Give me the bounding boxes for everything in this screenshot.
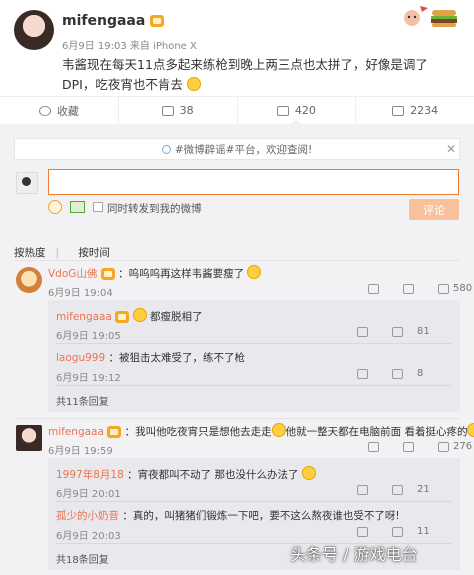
notice-icon [161, 144, 171, 154]
post-avatar[interactable] [14, 10, 54, 50]
comment-avatar[interactable] [16, 267, 42, 293]
reply-body: laogu999 ：被狙击太难受了，练不了枪 [56, 352, 245, 364]
reply-actions: 11 [357, 526, 430, 537]
more-replies-link[interactable]: 共11条回复 [56, 393, 109, 408]
sort-separator: | [55, 247, 60, 259]
reply-username[interactable]: mifengaaa [56, 311, 112, 323]
sort-time-tab[interactable]: 按时间 [78, 247, 110, 259]
reply-time: 6月9日 20:03 [56, 531, 121, 542]
reply-time: 6月9日 19:12 [56, 373, 121, 384]
reply-icon[interactable] [368, 441, 379, 452]
crying-emoji-icon [186, 77, 201, 91]
sort-bar: 按热度 | 按时间 [14, 245, 120, 260]
vip-badge-icon [107, 426, 122, 438]
vip-badge-icon [115, 311, 130, 323]
comment-icon[interactable] [357, 326, 368, 337]
image-icon[interactable] [70, 201, 85, 213]
vip-badge-icon [150, 15, 165, 27]
sad-emoji-icon [301, 466, 316, 480]
comment-icon[interactable] [357, 368, 368, 379]
divider [14, 418, 460, 419]
repost-checkbox[interactable] [93, 202, 103, 212]
comment-icon[interactable] [357, 526, 368, 537]
reply-username[interactable]: laogu999 [56, 352, 105, 364]
crying-emoji-icon [247, 265, 262, 279]
burger-sticker-icon [404, 6, 457, 27]
laughing-emoji-icon [271, 423, 286, 437]
emoji-icon[interactable] [48, 200, 62, 214]
repost-label: 同时转发到我的微博 [107, 203, 202, 215]
thumbs-up-icon[interactable] [438, 283, 449, 294]
forward-button[interactable]: 38 [119, 97, 238, 124]
comment-username[interactable]: VdoG山佛 [48, 268, 97, 280]
divider [56, 385, 452, 386]
comment-time: 6月9日 19:59 [48, 446, 113, 457]
reply-time: 6月9日 19:05 [56, 331, 121, 342]
post-action-bar: 收藏 38 420 2234 [0, 96, 474, 125]
divider [14, 260, 460, 261]
comment-icon[interactable] [403, 441, 414, 452]
reply-time: 6月9日 20:01 [56, 489, 121, 500]
reply-body: 孤少的小奶音 ：真的，叫猪猪们锻炼一下吧，要不这么熬夜谁也受不了呀! [56, 510, 400, 522]
comment-icon [276, 105, 289, 116]
comment-time: 6月9日 19:04 [48, 288, 113, 299]
thumbs-up-icon[interactable] [392, 484, 403, 495]
divider [56, 501, 452, 502]
reply-body: mifengaaa 都瘦脱相了 [56, 308, 202, 324]
more-replies-link[interactable]: 共18条回复 [56, 551, 109, 566]
reply-actions: 81 [357, 326, 430, 337]
submit-comment-button[interactable]: 评论 [409, 199, 459, 220]
like-button[interactable]: 2234 [356, 97, 474, 124]
comment-avatar[interactable] [16, 425, 42, 451]
reply-actions: 21 [357, 484, 430, 495]
current-user-avatar [16, 172, 38, 194]
post-text: 韦酱现在每天11点多起来练枪到晚上两三点也太拼了，好像是调了DPI，吃夜宵也不肯… [62, 57, 428, 92]
thumbs-up-icon[interactable] [392, 326, 403, 337]
divider [56, 343, 452, 344]
watermark: 头条号 / 游戏电台 [290, 545, 418, 564]
reply-username[interactable]: 孤少的小奶音 [56, 510, 119, 522]
comment-input[interactable] [48, 169, 459, 195]
thumbs-up-icon[interactable] [392, 526, 403, 537]
post-username[interactable]: mifengaaa [62, 13, 165, 29]
comment-actions: 276 [368, 441, 472, 452]
star-icon [38, 105, 51, 116]
comment-icon[interactable] [403, 283, 414, 294]
vip-badge-icon [100, 268, 115, 280]
reply-username[interactable]: 1997年8月18 [56, 469, 124, 481]
post-meta: 6月9日 19:03 来自 iPhone X [62, 41, 197, 52]
crying-emoji-icon [132, 308, 147, 322]
rumor-notice[interactable]: #微博辟谣#平台，欢迎查阅! [14, 138, 460, 160]
sort-hot-tab[interactable]: 按热度 [14, 247, 46, 259]
comment-body: mifengaaa ：我叫他吃夜宵只是想他去走走 他就一整天都在电脑前面 看着挺心… [48, 423, 474, 439]
reply-body: 1997年8月18 ：宵夜都叫不动了 那也没什么办法了 [56, 466, 316, 482]
thumbs-up-icon[interactable] [438, 441, 449, 452]
reply-icon[interactable] [368, 283, 379, 294]
comment-button[interactable]: 420 [238, 97, 357, 125]
comment-actions: 580 [368, 283, 472, 294]
thumbs-up-icon [392, 105, 405, 116]
favorite-button[interactable]: 收藏 [0, 97, 119, 124]
comment-icon[interactable] [357, 484, 368, 495]
thumbs-up-icon[interactable] [392, 368, 403, 379]
comment-body: VdoG山佛 ：呜呜呜再这样韦酱要瘦了 [48, 265, 262, 281]
close-icon[interactable]: ✕ [446, 142, 456, 156]
forward-icon [161, 105, 174, 116]
reply-actions: 8 [357, 368, 423, 379]
comment-username[interactable]: mifengaaa [48, 426, 104, 438]
crying-emoji-icon [467, 423, 474, 437]
